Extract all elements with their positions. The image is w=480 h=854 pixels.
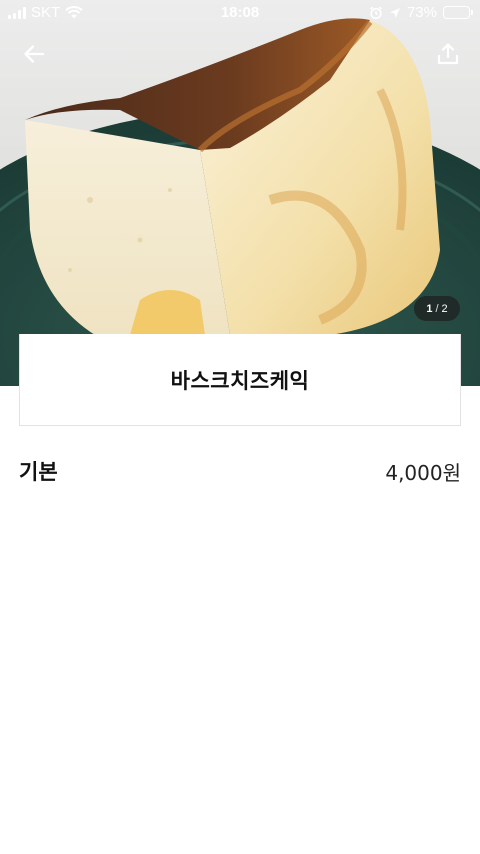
status-bar: SKT 18:08 73% [0,0,480,26]
cheesecake-photo [0,18,480,386]
share-button[interactable] [432,38,464,70]
product-image[interactable] [0,0,480,386]
product-name: 바스크치즈케익 [170,368,310,393]
battery-icon [443,6,473,19]
share-upload-icon [437,43,459,65]
battery-percent: 73% [406,4,437,21]
location-arrow-icon [389,7,400,18]
page-total: 2 [441,302,448,315]
alarm-icon [369,6,383,19]
image-page-indicator: 1 / 2 [414,296,460,321]
back-button[interactable] [18,38,50,70]
option-price: 4,000원 [385,460,461,485]
option-row[interactable]: 기본 4,000원 [19,452,461,490]
page-separator: / [435,302,439,315]
page-current: 1 [426,302,433,315]
option-label: 기본 [19,460,58,484]
product-title-card: 바스크치즈케익 [19,334,461,426]
arrow-left-icon [24,45,45,63]
